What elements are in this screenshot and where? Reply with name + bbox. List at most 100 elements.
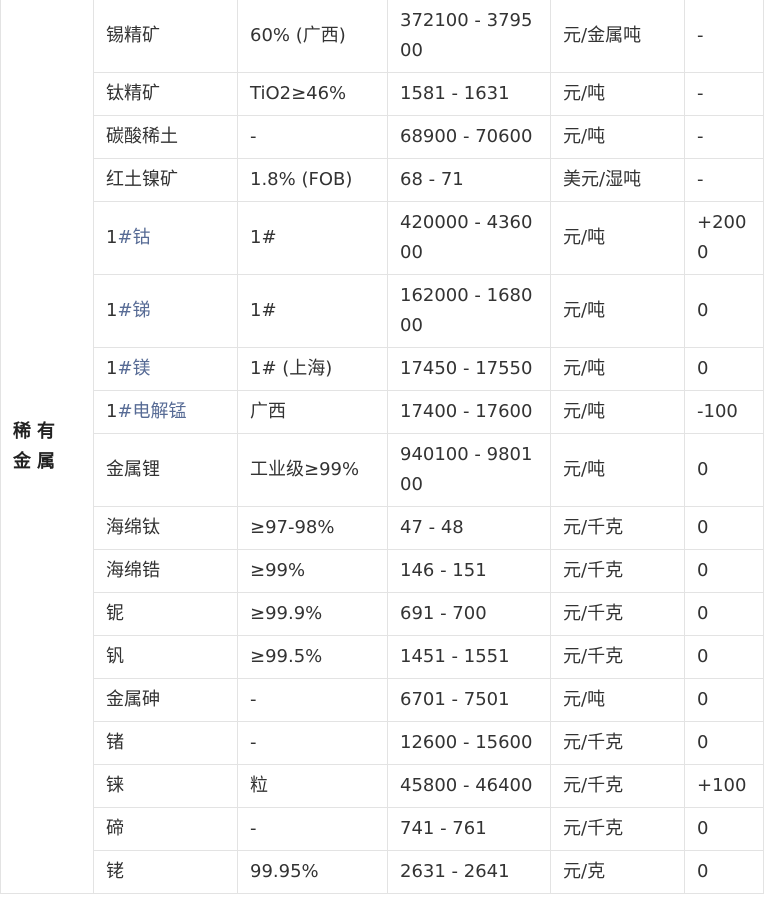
metal-name-cell: 金属锂: [93, 433, 238, 507]
spec-cell: ≥99.9%: [237, 592, 388, 636]
spec-cell: 粒: [237, 764, 388, 808]
change-cell: -100: [684, 390, 764, 434]
metal-name: 铼: [106, 775, 124, 796]
price-cell: 68900 - 70600: [387, 115, 551, 159]
spec-cell: TiO2≥46%: [237, 72, 388, 116]
unit-cell: 元/金属吨: [550, 0, 685, 73]
metal-name-cell: 碲: [93, 807, 238, 851]
change-cell: 0: [684, 506, 764, 550]
unit-cell: 元/千克: [550, 807, 685, 851]
spec-cell: 99.95%: [237, 850, 388, 894]
unit-cell: 元/吨: [550, 347, 685, 391]
metal-name: 海绵钛: [106, 517, 160, 538]
table-row: 金属砷 -6701 - 7501 元/吨 0: [1, 678, 764, 722]
spec-cell: -: [237, 721, 388, 765]
metal-name-cell: 红土镍矿: [93, 158, 238, 202]
table-row: 稀有金属 锡精矿 60% (广西) 372100 - 379500 元/金属吨 -: [0, 0, 764, 894]
metal-name-cell[interactable]: 1#钴: [93, 201, 238, 275]
change-cell: 0: [684, 850, 764, 894]
unit-cell: 元/千克: [550, 506, 685, 550]
metal-name-cell[interactable]: 1#锑: [93, 274, 238, 348]
table-row: 锗 -12600 - 15600 元/千克 0: [1, 721, 764, 765]
change-cell: 0: [684, 635, 764, 679]
change-cell: 0: [684, 807, 764, 851]
unit-cell: 美元/湿吨: [550, 158, 685, 202]
price-cell: 940100 - 980100: [387, 433, 551, 507]
metal-name-cell[interactable]: 1#镁: [93, 347, 238, 391]
unit-cell: 元/克: [550, 850, 685, 894]
metal-name-cell: 钛精矿: [93, 72, 238, 116]
metal-name-prefix: 1: [106, 401, 118, 422]
change-cell: 0: [684, 549, 764, 593]
change-cell: 0: [684, 347, 764, 391]
unit-cell: 元/千克: [550, 592, 685, 636]
change-cell: 0: [684, 678, 764, 722]
metal-name: 锗: [106, 732, 124, 753]
spec-cell: 1#: [237, 274, 388, 348]
price-table: 稀有金属 锡精矿 60% (广西) 372100 - 379500 元/金属吨 - 钛精矿 T…: [0, 0, 764, 894]
metal-name-prefix: 1: [106, 358, 118, 379]
table-row: 钒 ≥99.5% 1451 - 1551 元/千克 0: [1, 635, 764, 679]
metal-name-cell: 铌: [93, 592, 238, 636]
table-row: 海绵锆 ≥99% 146 - 151 元/千克 0: [1, 549, 764, 593]
unit-cell: 元/千克: [550, 549, 685, 593]
price-cell: 17400 - 17600: [387, 390, 551, 434]
change-cell: -: [684, 158, 764, 202]
metal-name-link[interactable]: #钴: [117, 227, 150, 248]
metal-name-link[interactable]: #电解锰: [117, 401, 186, 422]
price-cell: 45800 - 46400: [387, 764, 551, 808]
metal-name-cell[interactable]: 1#电解锰: [93, 390, 238, 434]
price-cell: 146 - 151: [387, 549, 551, 593]
metal-name-cell: 海绵钛: [93, 506, 238, 550]
price-cell: 12600 - 15600: [387, 721, 551, 765]
unit-cell: 元/吨: [550, 433, 685, 507]
spec-cell: -: [237, 807, 388, 851]
price-cell: 691 - 700: [387, 592, 551, 636]
metal-name: 碲: [106, 818, 124, 839]
table-row: 红土镍矿 1.8% (FOB) 68 - 71 美元/湿吨 -: [1, 158, 764, 202]
metal-name-link[interactable]: #镁: [117, 358, 150, 379]
metal-name: 铑: [106, 861, 124, 882]
spec-cell: -: [237, 115, 388, 159]
spec-cell: 60% (广西): [237, 0, 388, 73]
spec-cell: ≥99.5%: [237, 635, 388, 679]
table-row: 1#镁 1# (上海) 17450 - 17550 元/吨 0: [1, 347, 764, 391]
price-cell: 372100 - 379500: [387, 0, 551, 73]
metal-name-cell: 金属砷: [93, 678, 238, 722]
unit-cell: 元/吨: [550, 201, 685, 275]
spec-cell: -: [237, 678, 388, 722]
unit-cell: 元/吨: [550, 274, 685, 348]
change-cell: +100: [684, 764, 764, 808]
metal-name-cell: 海绵锆: [93, 549, 238, 593]
price-cell: 1581 - 1631: [387, 72, 551, 116]
table-row: 1#锑 1# 162000 - 168000 元/吨 0: [1, 274, 764, 348]
spec-cell: 1.8% (FOB): [237, 158, 388, 202]
unit-cell: 元/千克: [550, 635, 685, 679]
metal-name: 金属锂: [106, 459, 160, 480]
change-cell: +2000: [684, 201, 764, 275]
spec-cell: 1#: [237, 201, 388, 275]
unit-cell: 元/吨: [550, 72, 685, 116]
metal-name-cell: 锗: [93, 721, 238, 765]
unit-cell: 元/吨: [550, 390, 685, 434]
table-row: 铼 粒 45800 - 46400 元/千克 +100: [1, 764, 764, 808]
price-cell: 741 - 761: [387, 807, 551, 851]
table-body: 稀有金属 锡精矿 60% (广西) 372100 - 379500 元/金属吨 - 钛精矿 T…: [0, 0, 764, 894]
unit-cell: 元/千克: [550, 764, 685, 808]
metal-name: 铌: [106, 603, 124, 624]
spec-cell: ≥99%: [237, 549, 388, 593]
table-row: 铑 99.95% 2631 - 2641 元/克 0: [1, 850, 764, 894]
table-row: 1#电解锰 广西 17400 - 17600 元/吨 -100: [1, 390, 764, 434]
change-cell: -: [684, 0, 764, 73]
unit-cell: 元/吨: [550, 115, 685, 159]
metal-name: 钒: [106, 646, 124, 667]
price-cell: 68 - 71: [387, 158, 551, 202]
metal-name: 钛精矿: [106, 83, 160, 104]
metal-name-cell: 铑: [93, 850, 238, 894]
price-cell: 6701 - 7501: [387, 678, 551, 722]
table-row: 海绵钛 ≥97-98% 47 - 48 元/千克 0: [1, 506, 764, 550]
spec-cell: 工业级≥99%: [237, 433, 388, 507]
metal-name-link[interactable]: #锑: [117, 300, 150, 321]
change-cell: -: [684, 72, 764, 116]
table-row: 金属锂 工业级≥99% 940100 - 980100 元/吨 0: [1, 433, 764, 507]
